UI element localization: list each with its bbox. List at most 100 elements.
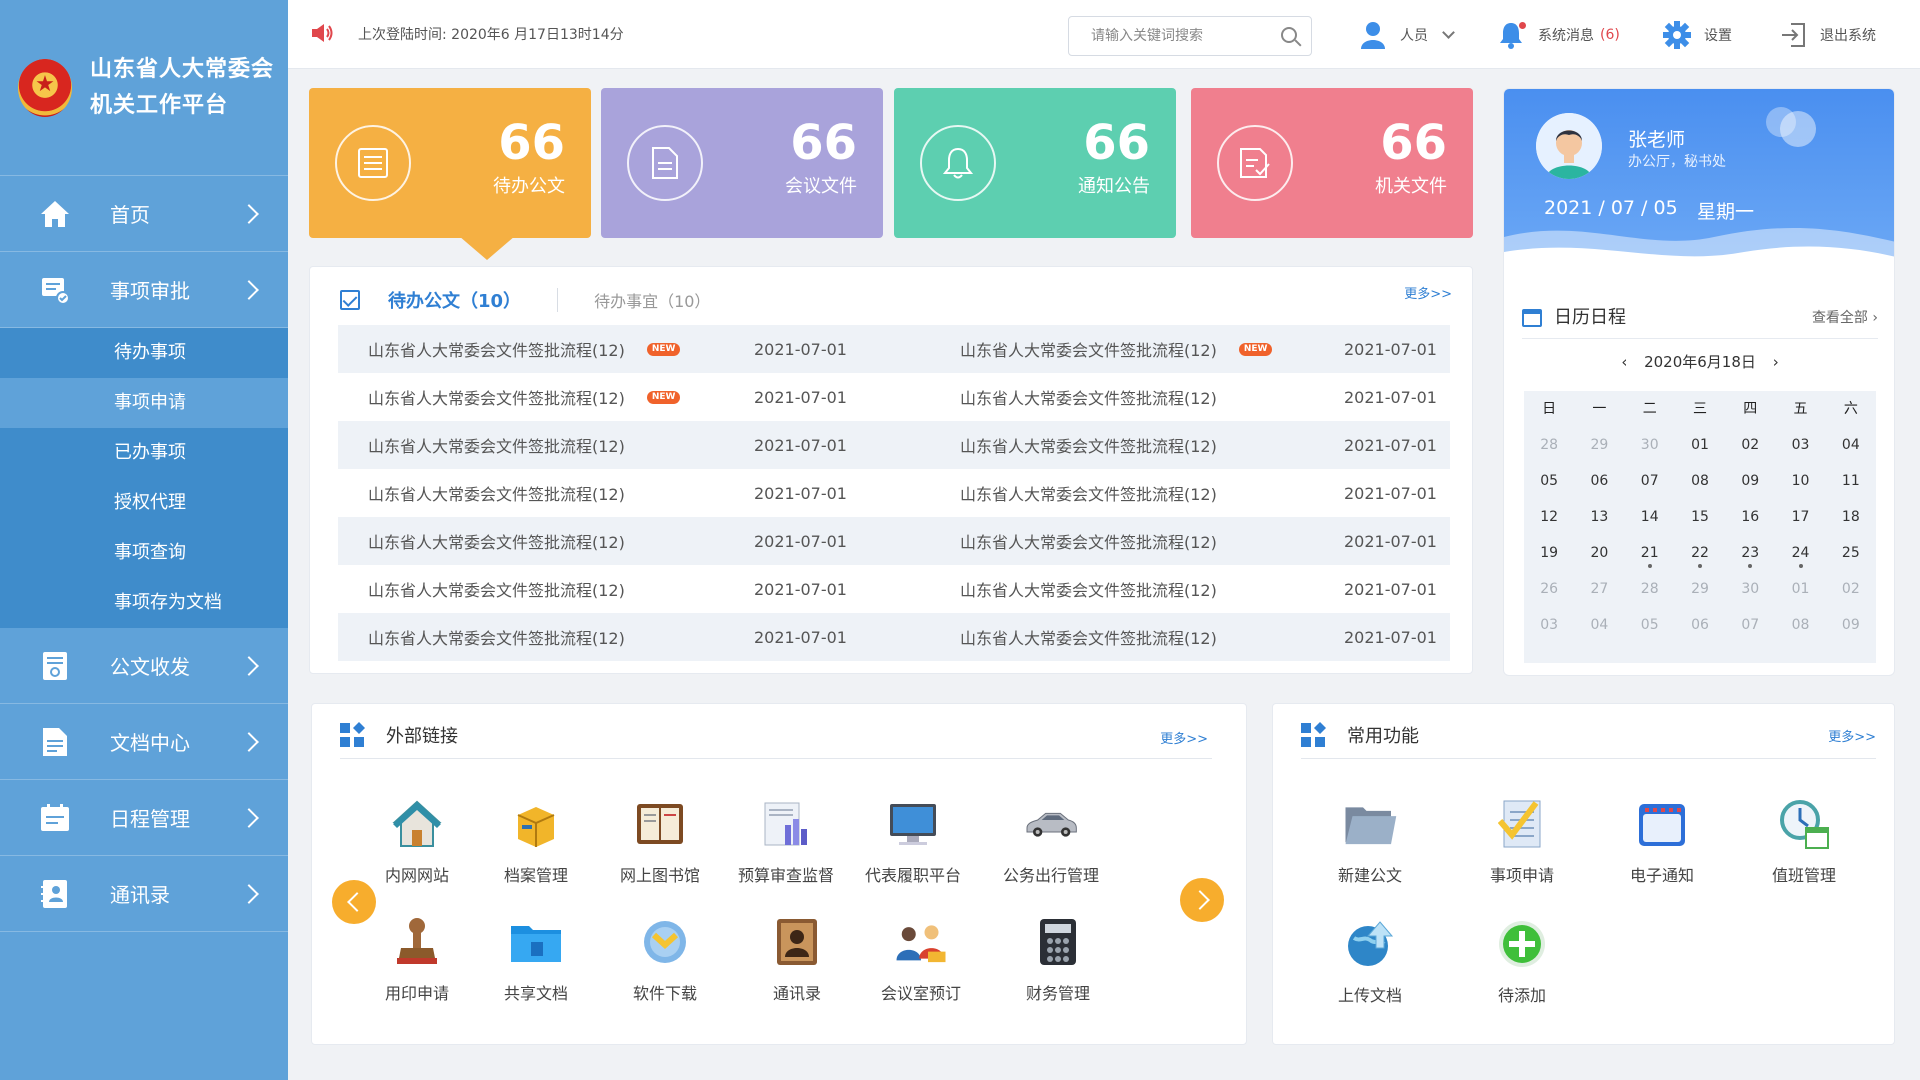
app-seal-request[interactable]: 用印申请	[352, 914, 482, 1004]
calendar-day[interactable]: 23	[1725, 535, 1775, 571]
calendar-day-number: 26	[1540, 581, 1559, 597]
calendar-day[interactable]: 17	[1775, 499, 1825, 535]
calendar-day[interactable]: 28	[1625, 571, 1675, 607]
fn-duty-management[interactable]: 值班管理	[1739, 796, 1869, 886]
fn-e-notice[interactable]: 电子通知	[1597, 796, 1727, 886]
stat-card-meeting-files[interactable]: 66 会议文件	[601, 88, 883, 238]
stat-card-pending-docs[interactable]: 66 待办公文	[309, 88, 591, 260]
settings[interactable]: 设置	[1662, 16, 1732, 54]
search-icon[interactable]	[1281, 27, 1297, 43]
calendar-day[interactable]: 21	[1625, 535, 1675, 571]
calendar-day[interactable]: 28	[1524, 427, 1574, 463]
calendar-day[interactable]: 06	[1574, 463, 1624, 499]
calendar-day[interactable]: 18	[1826, 499, 1876, 535]
prev-month-icon[interactable]: ‹	[1609, 353, 1639, 371]
next-month-icon[interactable]: ›	[1761, 353, 1791, 371]
calendar-day[interactable]: 20	[1574, 535, 1624, 571]
fn-item-request[interactable]: 事项申请	[1457, 796, 1587, 886]
calendar-day[interactable]: 10	[1775, 463, 1825, 499]
app-library[interactable]: 网上图书馆	[595, 796, 725, 886]
calendar-day[interactable]: 16	[1725, 499, 1775, 535]
pending-more-link[interactable]: 更多>>	[1404, 283, 1452, 302]
external-links-more[interactable]: 更多>>	[1160, 728, 1208, 747]
calendar-day[interactable]: 14	[1625, 499, 1675, 535]
calendar-day[interactable]: 30	[1625, 427, 1675, 463]
app-software-download[interactable]: 软件下载	[600, 914, 730, 1004]
sub-item-todo[interactable]: 待办事项	[0, 328, 288, 378]
calendar-day[interactable]: 01	[1675, 427, 1725, 463]
fn-upload-document[interactable]: 上传文档	[1305, 916, 1435, 1006]
calendar-day[interactable]: 07	[1725, 607, 1775, 643]
sub-item-done[interactable]: 已办事项	[0, 428, 288, 478]
system-messages[interactable]: 系统消息 (6)	[1496, 16, 1620, 54]
app-representative[interactable]: 代表履职平台	[848, 796, 978, 886]
fn-add-new[interactable]: 待添加	[1457, 916, 1587, 1006]
calendar-day[interactable]: 03	[1524, 607, 1574, 643]
calendar-day[interactable]: 11	[1826, 463, 1876, 499]
app-travel[interactable]: 公务出行管理	[986, 796, 1116, 886]
table-row[interactable]: 山东省人大常委会文件签批流程(12) 2021-07-01 山东省人大常委会文件签批…	[338, 517, 1450, 565]
common-functions-more[interactable]: 更多>>	[1828, 726, 1876, 745]
calendar-day[interactable]: 30	[1725, 571, 1775, 607]
table-row[interactable]: 山东省人大常委会文件签批流程(12) 2021-07-01 山东省人大常委会文件签批…	[338, 421, 1450, 469]
calendar-day[interactable]: 03	[1775, 427, 1825, 463]
calendar-day[interactable]: 29	[1574, 427, 1624, 463]
calendar-day[interactable]: 04	[1574, 607, 1624, 643]
calendar-view-all[interactable]: 查看全部 ›	[1812, 307, 1878, 327]
tab-pending-items[interactable]: 待办事宜（10）	[594, 288, 710, 312]
calendar-day[interactable]: 09	[1826, 607, 1876, 643]
nav-item-doc-center[interactable]: 文档中心	[0, 704, 288, 780]
nav-item-documents-flow[interactable]: 公文收发	[0, 628, 288, 704]
stat-card-office-files[interactable]: 66 机关文件	[1191, 88, 1473, 238]
calendar-day[interactable]: 02	[1826, 571, 1876, 607]
calendar-day[interactable]: 12	[1524, 499, 1574, 535]
app-archive[interactable]: 档案管理	[471, 796, 601, 886]
calendar-day[interactable]: 29	[1675, 571, 1725, 607]
app-intranet[interactable]: 内网网站	[352, 796, 482, 886]
sub-item-apply[interactable]: 事项申请	[0, 378, 288, 428]
table-row[interactable]: 山东省人大常委会文件签批流程(12) 2021-07-01 山东省人大常委会文件签批…	[338, 613, 1450, 661]
avatar[interactable]	[1536, 113, 1602, 179]
table-row[interactable]: 山东省人大常委会文件签批流程(12) 2021-07-01 山东省人大常委会文件签批…	[338, 565, 1450, 613]
tab-pending-docs[interactable]: 待办公文（10）	[388, 287, 521, 313]
calendar-day[interactable]: 06	[1675, 607, 1725, 643]
nav-item-schedule[interactable]: 日程管理	[0, 780, 288, 856]
calendar-day[interactable]: 02	[1725, 427, 1775, 463]
calendar-day[interactable]: 25	[1826, 535, 1876, 571]
calendar-day[interactable]: 05	[1625, 607, 1675, 643]
app-meeting-room[interactable]: 会议室预订	[856, 914, 986, 1004]
calendar-day[interactable]: 05	[1524, 463, 1574, 499]
calendar-day[interactable]: 08	[1675, 463, 1725, 499]
calendar-day[interactable]: 13	[1574, 499, 1624, 535]
app-shared-docs[interactable]: 共享文档	[471, 914, 601, 1004]
table-row[interactable]: 山东省人大常委会文件签批流程(12) NEW 2021-07-01 山东省人大常委会文…	[338, 325, 1450, 373]
calendar-day[interactable]: 09	[1725, 463, 1775, 499]
table-row[interactable]: 山东省人大常委会文件签批流程(12) NEW 2021-07-01 山东省人大常委会文…	[338, 373, 1450, 421]
fn-new-document[interactable]: 新建公文	[1305, 796, 1435, 886]
nav-item-home[interactable]: 首页	[0, 176, 288, 252]
calendar-day[interactable]: 07	[1625, 463, 1675, 499]
search-input[interactable]	[1069, 17, 1269, 55]
carousel-next-button[interactable]	[1180, 878, 1224, 922]
app-address-book[interactable]: 通讯录	[732, 914, 862, 1004]
user-menu[interactable]: 人员	[1358, 16, 1455, 54]
calendar-day[interactable]: 08	[1775, 607, 1825, 643]
logout[interactable]: 退出系统	[1778, 16, 1876, 54]
nav-item-contacts[interactable]: 通讯录	[0, 856, 288, 932]
table-row[interactable]: 山东省人大常委会文件签批流程(12) 2021-07-01 山东省人大常委会文件签批…	[338, 469, 1450, 517]
calendar-day[interactable]: 15	[1675, 499, 1725, 535]
stat-card-notices[interactable]: 66 通知公告	[894, 88, 1176, 238]
calendar-day[interactable]: 19	[1524, 535, 1574, 571]
calendar-day[interactable]: 24	[1775, 535, 1825, 571]
nav-item-approval[interactable]: 事项审批	[0, 252, 288, 328]
sub-item-query[interactable]: 事项查询	[0, 528, 288, 578]
app-budget[interactable]: 预算审查监督	[721, 796, 851, 886]
app-finance[interactable]: 财务管理	[993, 914, 1123, 1004]
calendar-day[interactable]: 26	[1524, 571, 1574, 607]
sub-item-save-as-doc[interactable]: 事项存为文档	[0, 578, 288, 628]
calendar-day[interactable]: 22	[1675, 535, 1725, 571]
calendar-day[interactable]: 01	[1775, 571, 1825, 607]
sub-item-delegate[interactable]: 授权代理	[0, 478, 288, 528]
calendar-day[interactable]: 27	[1574, 571, 1624, 607]
calendar-day[interactable]: 04	[1826, 427, 1876, 463]
